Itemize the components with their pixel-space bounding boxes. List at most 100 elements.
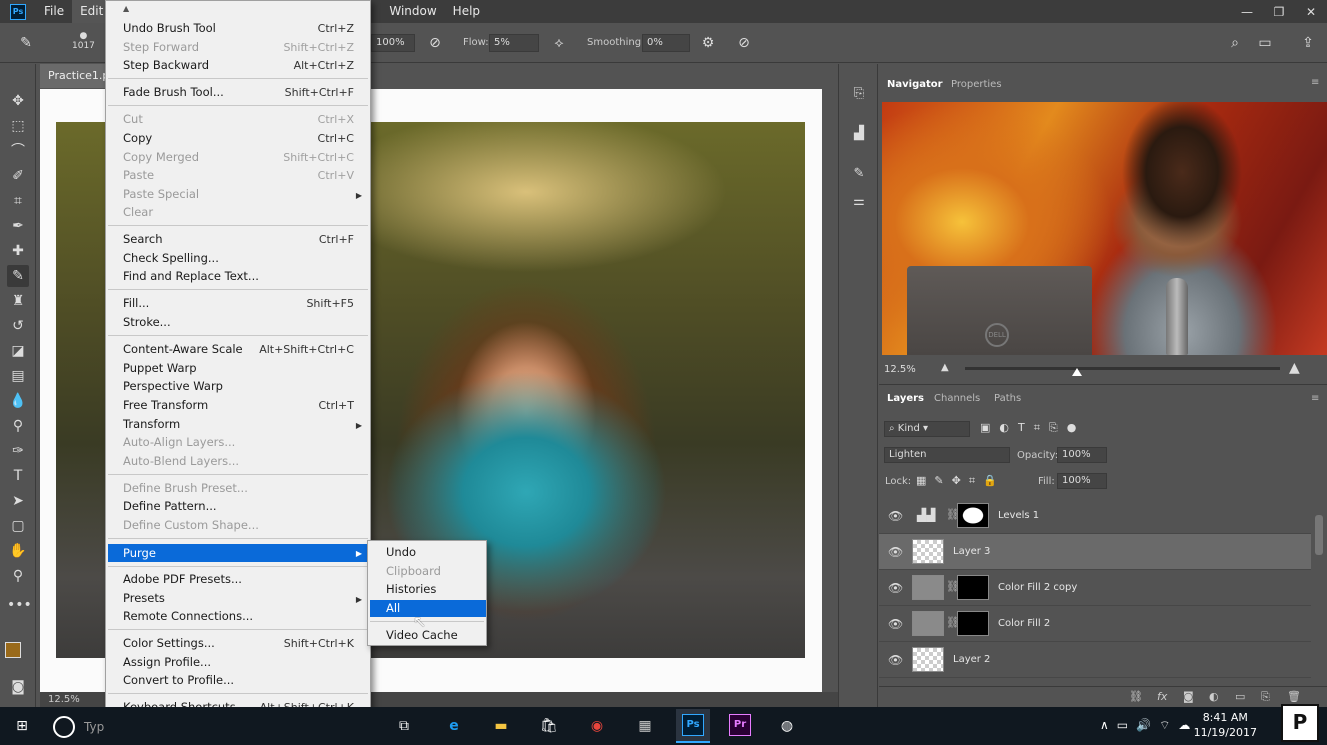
add-mask-icon[interactable]: ◙ — [1183, 690, 1194, 703]
layers-panel-menu-icon[interactable]: ≡ — [1311, 393, 1319, 404]
trash-icon[interactable]: 🗑 — [1287, 690, 1301, 703]
taskbar-clock[interactable]: 8:41 AM 11/19/2017 — [1194, 710, 1257, 740]
visibility-eye-icon[interactable]: 👁 — [888, 581, 903, 595]
visibility-eye-icon[interactable]: 👁 — [888, 653, 903, 667]
history-panel-icon[interactable]: ⎘ — [849, 84, 869, 104]
layer-row[interactable]: 👁 ▟▟ ⛓ Levels 1 — [879, 498, 1311, 534]
smoothing-field[interactable]: 0% — [642, 34, 690, 52]
visibility-eye-icon[interactable]: 👁 — [888, 509, 903, 523]
gear-icon[interactable]: ⚙ — [698, 33, 718, 53]
menu-paste-special[interactable]: Paste Special — [123, 187, 199, 201]
document-tab[interactable]: Practice1.p — [40, 64, 110, 88]
menu-check-spelling[interactable]: Check Spelling... — [123, 251, 219, 265]
menu-copy[interactable]: Copy — [123, 131, 152, 145]
task-view-icon[interactable]: ⧉ — [392, 715, 416, 737]
menu-adobe-pdf-presets[interactable]: Adobe PDF Presets... — [123, 572, 242, 586]
purge-histories[interactable]: Histories — [386, 582, 436, 596]
airbrush-icon[interactable]: ⟡ — [549, 33, 569, 53]
menu-paste[interactable]: Paste — [123, 168, 154, 182]
zoom-slider-thumb[interactable] — [1072, 368, 1082, 376]
healing-tool-icon[interactable]: ✚ — [7, 240, 29, 262]
windows-start-icon[interactable]: ⊞ — [10, 715, 34, 737]
opacity-field[interactable]: 100% — [371, 34, 415, 52]
menu-free-transform[interactable]: Free Transform — [123, 398, 208, 412]
purge-all[interactable]: All — [386, 601, 400, 615]
menu-convert-profile[interactable]: Convert to Profile... — [123, 673, 234, 687]
close-icon[interactable]: ✕ — [1295, 0, 1327, 23]
layer-filter-kind[interactable]: ⌕ Kind ▾ — [884, 421, 970, 437]
stamp-tool-icon[interactable]: ♜ — [7, 290, 29, 312]
tab-navigator[interactable]: Navigator — [887, 79, 943, 90]
menu-undo-brush-tool[interactable]: Undo Brush Tool — [123, 21, 216, 35]
system-tray-icons[interactable]: ∧▭🔊⌔☁ — [1100, 718, 1198, 733]
menu-find-replace[interactable]: Find and Replace Text... — [123, 269, 259, 283]
path-select-tool-icon[interactable]: ➤ — [7, 490, 29, 512]
brush-icon[interactable]: ✎ — [16, 33, 36, 53]
new-layer-icon[interactable]: ⎘ — [1261, 690, 1270, 704]
menu-copy-merged[interactable]: Copy Merged — [123, 150, 199, 164]
layer-mask-thumbnail[interactable] — [957, 503, 989, 528]
brush-settings-icon[interactable]: ✎ — [849, 164, 869, 184]
tab-paths[interactable]: Paths — [994, 393, 1021, 404]
menu-cut[interactable]: Cut — [123, 112, 143, 126]
visibility-eye-icon[interactable]: 👁 — [888, 617, 903, 631]
layer-mask-thumbnail[interactable] — [957, 575, 989, 600]
foreground-color-swatch[interactable] — [5, 642, 21, 658]
menu-clear[interactable]: Clear — [123, 205, 153, 219]
menu-color-settings[interactable]: Color Settings... — [123, 636, 215, 650]
history-brush-tool-icon[interactable]: ↺ — [7, 315, 29, 337]
lock-icons[interactable]: ▦✎✥⌗🔒 — [916, 474, 1005, 488]
layer-row[interactable]: 👁 Layer 2 — [879, 642, 1311, 678]
premiere-taskbar-icon[interactable]: Pr — [729, 714, 751, 736]
adjustment-layer-icon[interactable]: ◐ — [1209, 690, 1219, 703]
minimize-icon[interactable]: — — [1231, 0, 1263, 23]
dodge-tool-icon[interactable]: ⚲ — [7, 415, 29, 437]
adjustments-icon[interactable]: ⚌ — [849, 192, 869, 212]
menu-fill[interactable]: Fill... — [123, 296, 149, 310]
pressure-size-icon[interactable]: ⊘ — [734, 33, 754, 53]
tab-channels[interactable]: Channels — [934, 393, 980, 404]
quick-select-tool-icon[interactable]: ✐ — [7, 165, 29, 187]
menu-purge[interactable]: Purge — [123, 546, 156, 560]
edge-icon[interactable]: e — [442, 715, 466, 737]
menu-stroke[interactable]: Stroke... — [123, 315, 171, 329]
layer-row[interactable]: 👁 ⛓ Color Fill 2 — [879, 606, 1311, 642]
menu-search[interactable]: Search — [123, 232, 163, 246]
menu-auto-blend[interactable]: Auto-Blend Layers... — [123, 454, 239, 468]
layer-thumbnail[interactable] — [912, 539, 944, 564]
share-icon[interactable]: ⇪ — [1298, 33, 1318, 53]
panel-menu-icon[interactable]: ≡ — [1311, 77, 1319, 88]
pen-tool-icon[interactable]: ✑ — [7, 440, 29, 462]
menu-define-pattern[interactable]: Define Pattern... — [123, 499, 217, 513]
histogram-panel-icon[interactable]: ▟ — [849, 124, 869, 144]
menu-step-backward[interactable]: Step Backward — [123, 58, 209, 72]
tab-properties[interactable]: Properties — [951, 79, 1002, 90]
layer-opacity-field[interactable]: 100% — [1057, 447, 1107, 463]
menu-transform[interactable]: Transform — [123, 417, 180, 431]
layer-filter-icons[interactable]: ▣◐T⌗⎘● — [980, 421, 1085, 435]
photoshop-taskbar-icon[interactable]: Ps — [682, 714, 704, 736]
restore-icon[interactable]: ❐ — [1263, 0, 1295, 23]
pressure-opacity-icon[interactable]: ⊘ — [425, 33, 445, 53]
workspace-icon[interactable]: ▭ — [1255, 33, 1275, 53]
shape-tool-icon[interactable]: ▢ — [7, 515, 29, 537]
layer-row[interactable]: 👁 ⛓ Color Fill 2 copy — [879, 570, 1311, 606]
zoom-tool-icon[interactable]: ⚲ — [7, 565, 29, 587]
lasso-tool-icon[interactable]: ⌒ — [7, 140, 29, 162]
store-icon[interactable]: 🛍 — [537, 715, 561, 737]
blend-mode-select[interactable]: Lighten — [884, 447, 1010, 463]
zoom-in-icon[interactable]: ▲ — [1289, 360, 1300, 376]
menu-window[interactable]: Window — [381, 0, 444, 23]
brush-tool-icon[interactable]: ✎ — [7, 265, 29, 287]
cortana-icon[interactable] — [53, 716, 75, 738]
chrome-icon[interactable]: ◉ — [585, 715, 609, 737]
purge-clipboard[interactable]: Clipboard — [386, 564, 441, 578]
more-tools-icon[interactable]: ••• — [7, 594, 32, 616]
brush-preview-icon[interactable]: ● — [72, 31, 95, 41]
menu-auto-align[interactable]: Auto-Align Layers... — [123, 435, 235, 449]
layer-thumbnail[interactable] — [912, 611, 944, 636]
fx-icon[interactable]: fx — [1157, 690, 1167, 703]
camera-app-icon[interactable]: ◍ — [775, 715, 799, 737]
menu-define-custom-shape[interactable]: Define Custom Shape... — [123, 518, 259, 532]
group-icon[interactable]: ▭ — [1235, 690, 1245, 703]
